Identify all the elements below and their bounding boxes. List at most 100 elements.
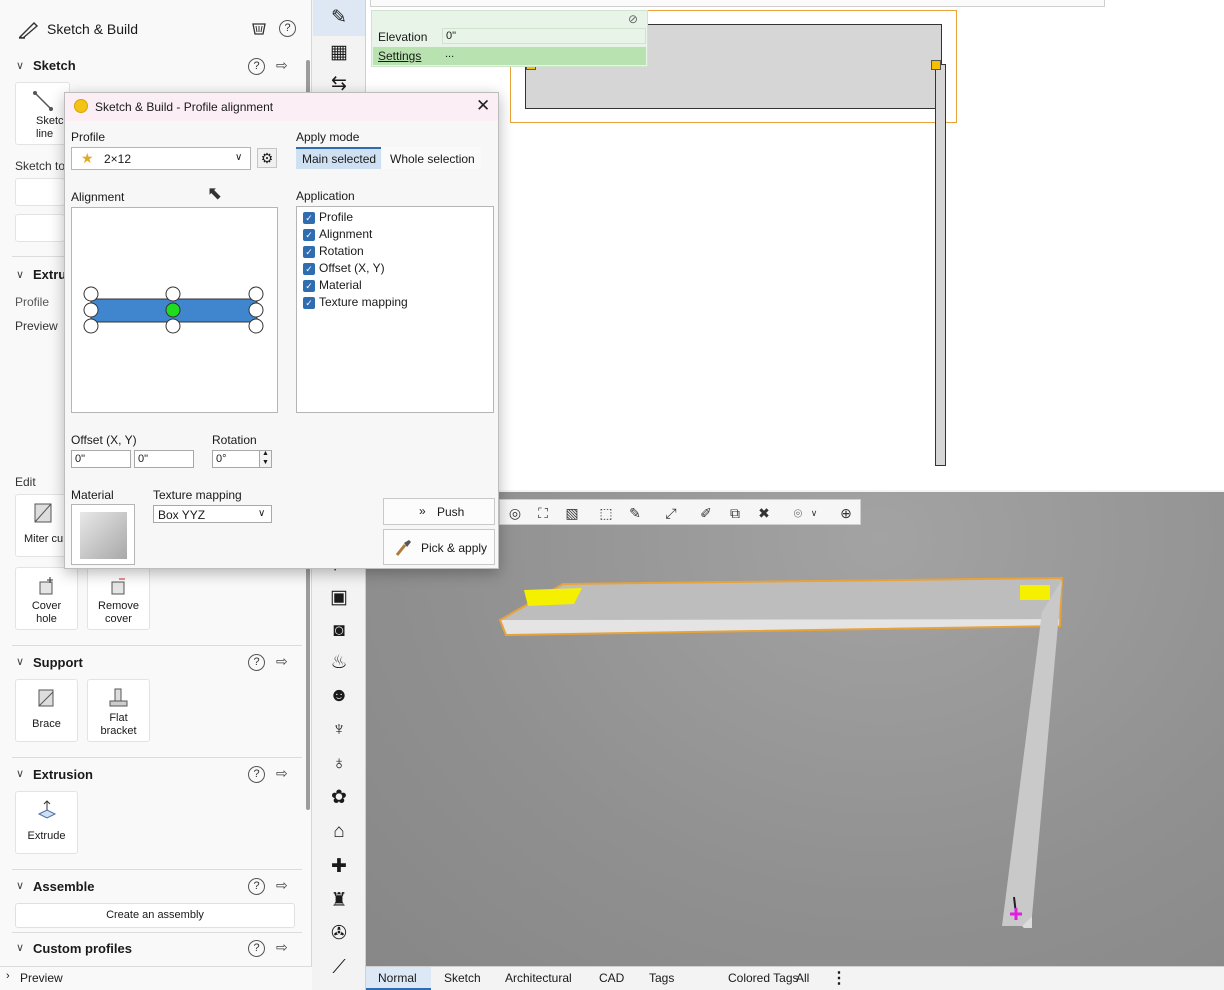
create-assembly-button[interactable]: Create an assembly — [15, 903, 295, 928]
copy-icon[interactable]: ⧉ — [726, 504, 744, 522]
flat-bracket-button[interactable]: Flat bracket — [87, 679, 150, 742]
sketch-build-tool-icon[interactable]: ✎ — [327, 6, 351, 30]
move-icon[interactable]: ⤢ — [662, 504, 680, 522]
apply-mode-whole-selection[interactable]: Whole selection — [382, 147, 481, 169]
settings-value[interactable]: ... — [445, 48, 454, 60]
sketch-help-icon[interactable]: ? — [248, 58, 265, 75]
extrusion-top-chevron-icon[interactable]: ∨ — [16, 268, 24, 281]
house-icon[interactable]: ⌂ — [327, 820, 351, 844]
elevation-value-field[interactable]: 0" — [442, 28, 646, 44]
building-icon[interactable]: ▦ — [327, 41, 351, 65]
sketch-chevron-icon[interactable]: ∨ — [16, 59, 24, 72]
assemble-chevron-icon[interactable]: ∨ — [16, 879, 24, 892]
brace-label: Brace — [32, 718, 61, 730]
dialog-title-bar[interactable]: Sketch & Build - Profile alignment ✕ — [65, 93, 498, 121]
alignment-grid[interactable] — [71, 207, 278, 413]
tab-sketch[interactable]: Sketch — [444, 971, 481, 985]
sketch-line-button[interactable]: Sketch line — [15, 82, 70, 145]
plant-icon[interactable]: ✿ — [327, 786, 351, 810]
mouse-cursor-icon: ⬉ — [207, 183, 223, 203]
lamp-icon[interactable]: ♜ — [327, 889, 351, 913]
custom-profiles-exit-icon[interactable]: ⇨ — [276, 939, 288, 956]
preview-bar[interactable]: › Preview — [0, 966, 312, 990]
fan-icon[interactable]: ✇ — [327, 922, 351, 946]
tab-cad[interactable]: CAD — [599, 971, 624, 985]
extrusion-section-title[interactable]: Extrusion — [33, 767, 93, 782]
assemble-section-title[interactable]: Assemble — [33, 879, 94, 894]
tab-all[interactable]: All — [796, 971, 809, 985]
remove-cover-button[interactable]: Remove cover — [87, 567, 150, 630]
extrusion-chevron-icon[interactable]: ∨ — [16, 767, 24, 780]
ramp-icon[interactable]: ⟋ — [327, 956, 351, 980]
orbit-icon[interactable]: ◎ — [506, 504, 524, 522]
medical-kit-icon[interactable]: ✚ — [327, 855, 351, 879]
offset-x-input[interactable]: 0" — [71, 450, 131, 468]
center-view-icon[interactable]: ⊕ — [837, 504, 855, 522]
custom-profiles-help-icon[interactable]: ? — [248, 940, 265, 957]
profile-select[interactable]: ★ 2×12 ∨ — [71, 147, 251, 170]
rotation-input[interactable]: 0° — [212, 450, 260, 468]
material-swatch[interactable] — [71, 504, 135, 565]
zoom-selection-icon[interactable]: ▧ — [563, 504, 581, 522]
apply-mode-main-selected[interactable]: Main selected — [296, 147, 381, 169]
extrusion-top-title[interactable]: Extru — [33, 267, 66, 282]
texture-mapping-select[interactable]: Box YYZ ∨ — [153, 505, 272, 523]
sketch-exit-icon[interactable]: ⇨ — [276, 57, 288, 74]
close-icon[interactable]: ✕ — [476, 96, 490, 116]
sketch-tool-a-button[interactable] — [15, 178, 65, 206]
offset-y-input[interactable]: 0" — [134, 450, 194, 468]
kitchen-tools-icon[interactable]: ♆ — [327, 718, 351, 742]
hide-panel-icon[interactable]: ⊘ — [628, 12, 638, 26]
sketch-tool-b-button[interactable] — [15, 214, 65, 242]
cover-hole-button[interactable]: Cover hole — [15, 567, 78, 630]
delete-icon[interactable]: ✖ — [755, 504, 773, 522]
anchor-top-right — [248, 286, 264, 302]
support-help-icon[interactable]: ? — [248, 654, 265, 671]
support-exit-icon[interactable]: ⇨ — [276, 653, 288, 670]
camera-ai-icon[interactable]: ◙ — [327, 619, 351, 643]
custom-profiles-section-title[interactable]: Custom profiles — [33, 941, 132, 956]
support-chevron-icon[interactable]: ∨ — [16, 655, 24, 668]
push-icon: » — [419, 504, 426, 518]
extrusion-exit-icon[interactable]: ⇨ — [276, 765, 288, 782]
extrusion-help-icon[interactable]: ? — [248, 766, 265, 783]
spinner-up-icon[interactable]: ▲ — [262, 450, 269, 457]
brace-button[interactable]: Brace — [15, 679, 78, 742]
custom-profiles-chevron-icon[interactable]: ∨ — [16, 941, 24, 954]
post-top-view[interactable] — [935, 64, 946, 466]
rotation-spinner[interactable]: ▲ ▼ — [259, 450, 272, 468]
sketch-section-title[interactable]: Sketch — [33, 58, 76, 73]
brush-icon[interactable] — [250, 20, 268, 38]
settings-row[interactable]: Settings ... — [373, 47, 646, 65]
miter-cut-button[interactable]: Miter cu — [15, 494, 70, 557]
material-label: Material — [71, 488, 114, 502]
checkbox-checked-icon: ✓ — [303, 280, 315, 292]
select-edit-icon[interactable]: ✎ — [626, 504, 644, 522]
picture-frame-icon[interactable]: ▣ — [327, 586, 351, 610]
zoom-extents-icon[interactable]: ⛶ — [534, 504, 552, 522]
tab-colored-tags[interactable]: Colored Tags — [728, 971, 799, 985]
assemble-help-icon[interactable]: ? — [248, 878, 265, 895]
profile-library-icon[interactable]: ⚙ — [257, 148, 277, 168]
tab-normal-label[interactable]: Normal — [378, 971, 417, 985]
lightbulb-icon[interactable]: ♁ — [327, 752, 351, 776]
pick-apply-button[interactable]: Pick & apply — [383, 529, 495, 565]
spinner-down-icon[interactable]: ▼ — [262, 459, 269, 466]
measure-icon[interactable]: ✐ — [697, 504, 715, 522]
selection-handle-right[interactable] — [931, 60, 941, 70]
more-tabs-icon[interactable]: ⋮ — [831, 968, 847, 988]
bathtub-icon[interactable]: ♨ — [327, 651, 351, 675]
people-icon[interactable]: ☻ — [327, 684, 351, 708]
settings-label[interactable]: Settings — [378, 49, 421, 63]
support-section-title[interactable]: Support — [33, 655, 83, 670]
assemble-exit-icon[interactable]: ⇨ — [276, 877, 288, 894]
select-window-icon[interactable]: ⬚ — [597, 504, 615, 522]
rotation-label: Rotation — [212, 433, 257, 447]
extrude-button[interactable]: Extrude — [15, 791, 78, 854]
tab-architectural[interactable]: Architectural — [505, 971, 572, 985]
camera-dropdown-icon[interactable]: ∨ — [805, 504, 823, 522]
help-icon[interactable]: ? — [279, 20, 296, 37]
push-button[interactable]: » Push — [383, 498, 495, 525]
tab-tags[interactable]: Tags — [649, 971, 674, 985]
offset-label: Offset (X, Y) — [71, 433, 137, 447]
